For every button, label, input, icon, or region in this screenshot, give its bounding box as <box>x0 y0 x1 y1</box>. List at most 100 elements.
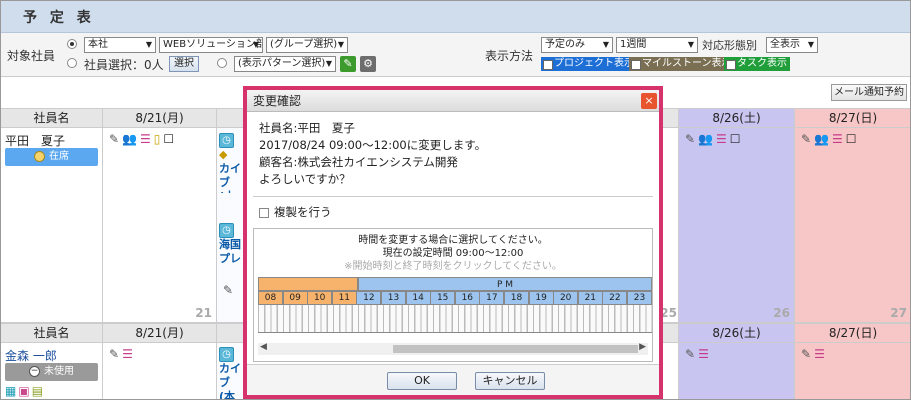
memo-icon[interactable]: ▤ <box>32 384 45 398</box>
ok-button[interactable]: OK <box>387 372 457 390</box>
day-cell-sat[interactable]: ✎☰ <box>679 343 795 399</box>
hour-cell[interactable]: 17 <box>479 291 505 305</box>
list-icon[interactable]: ☰ <box>832 132 846 146</box>
scroll-right-icon[interactable]: ▶ <box>639 342 646 352</box>
people-icon[interactable]: 👥 <box>814 132 832 146</box>
mail-reserve-button[interactable]: メール通知予約 <box>831 84 907 101</box>
day-header-mon: 8/21(月) <box>103 108 217 128</box>
group-select[interactable]: (グループ選択) <box>266 37 348 53</box>
scroll-left-icon[interactable]: ◀ <box>260 342 267 352</box>
pencil-icon[interactable]: ✎ <box>109 347 122 361</box>
pencil-icon[interactable]: ✎ <box>801 347 814 361</box>
hour-cell[interactable]: 16 <box>454 291 480 305</box>
pattern-select[interactable]: (表示パターン選択) <box>234 56 336 72</box>
copy-option[interactable]: 複製を行う <box>259 204 332 220</box>
hour-cell[interactable]: 15 <box>430 291 456 305</box>
status-button[interactable]: 在席 <box>5 148 98 166</box>
event-fragment[interactable]: ◷ 海国 プレ <box>219 223 243 281</box>
current-time: 現在の設定時間 09:00～12:00 <box>382 248 524 259</box>
hour-cell[interactable]: 19 <box>528 291 554 305</box>
list-icon[interactable]: ☰ <box>140 132 154 146</box>
pencil-icon[interactable]: ✎ <box>109 132 122 146</box>
hour-cell[interactable]: 21 <box>577 291 603 305</box>
close-icon[interactable]: × <box>641 93 657 109</box>
employee-name[interactable]: 平田 夏子 <box>5 132 65 149</box>
cell-icons: ✎☰ <box>109 347 136 361</box>
hour-cell[interactable]: 22 <box>602 291 628 305</box>
employee-name[interactable]: 金森 一郎 <box>5 347 57 364</box>
message-employee: 社員名:平田 夏子 <box>259 121 355 135</box>
list-icon[interactable]: ☰ <box>814 347 828 361</box>
pencil-icon[interactable]: ✎ <box>223 283 233 297</box>
hour-cell[interactable]: 23 <box>627 291 652 305</box>
calendar-icon[interactable]: ▦ <box>5 384 18 398</box>
hour-cell[interactable]: 08 <box>258 291 283 305</box>
horizontal-scrollbar[interactable]: ◀ ▶ <box>258 342 648 355</box>
gift-icon[interactable]: ▣ <box>18 384 31 398</box>
radio-pattern[interactable] <box>217 58 227 68</box>
scroll-thumb[interactable] <box>393 345 638 353</box>
pencil-icon[interactable]: ✎ <box>801 132 814 146</box>
task-toggle[interactable]: タスク表示 <box>724 57 790 71</box>
gear-icon[interactable]: ⚙ <box>360 56 376 72</box>
day-cell[interactable]: ✎👥☰▯☐ 21 <box>103 128 217 323</box>
radio-branch[interactable] <box>67 39 77 49</box>
checkbox-icon[interactable]: ☐ <box>163 132 177 146</box>
hour-cell[interactable]: 12 <box>356 291 382 305</box>
tag-icon: ◆ <box>219 148 228 161</box>
branch-select[interactable]: 本社 <box>84 37 156 53</box>
cell-icons: ✎☰ <box>801 347 828 361</box>
copy-checkbox[interactable] <box>259 207 269 218</box>
dialog-title[interactable]: 変更確認 × <box>247 90 659 112</box>
hour-cell[interactable]: 11 <box>331 291 357 305</box>
list-icon[interactable]: ☰ <box>716 132 730 146</box>
cell-icons: ✎👥☰☐ <box>685 132 744 146</box>
people-icon[interactable]: 👥 <box>698 132 716 146</box>
dialog-title-text: 変更確認 <box>253 94 302 108</box>
event-text: カイ <box>219 362 241 375</box>
display-mode-select[interactable]: 予定のみ <box>541 37 613 53</box>
am-header <box>258 277 358 291</box>
pencil-icon[interactable]: ✎ <box>685 132 698 146</box>
confirm-dialog: 変更確認 × 社員名:平田 夏子 2017/08/24 09:00～12:00に… <box>243 86 663 399</box>
status-label: 在席 <box>49 151 69 162</box>
day-header-sun: 8/27(日) <box>795 323 910 343</box>
hour-cell[interactable]: 09 <box>282 291 308 305</box>
event-fragment[interactable]: ◷ カイ ブ(本 <box>219 347 243 399</box>
cell-icons: ✎👥☰☐ <box>801 132 860 146</box>
note-icon[interactable]: ▯ <box>154 132 164 146</box>
pencil-icon[interactable]: ✎ <box>340 56 356 72</box>
hour-cell[interactable]: 18 <box>504 291 529 305</box>
response-select[interactable]: 全表示 <box>766 37 818 53</box>
cancel-button[interactable]: キャンセル <box>475 372 545 390</box>
divider <box>253 196 653 197</box>
hour-cell[interactable]: 13 <box>381 291 406 305</box>
period-select[interactable]: 1週間 <box>616 37 698 53</box>
pm-header: P M <box>358 277 652 291</box>
checkbox-icon[interactable]: ☐ <box>730 132 744 146</box>
time-note: 時間を変更する場合に選択してください。 <box>358 235 548 246</box>
day-cell-sat[interactable]: ✎👥☰☐ 26 <box>679 128 795 323</box>
clock-icon: ◷ <box>219 223 234 238</box>
pencil-icon[interactable]: ✎ <box>685 347 698 361</box>
select-button[interactable]: 選択 <box>169 56 199 72</box>
people-icon[interactable]: 👥 <box>122 132 140 146</box>
hour-cell[interactable]: 20 <box>553 291 579 305</box>
radio-employee[interactable] <box>67 58 77 68</box>
checkbox-icon[interactable]: ☐ <box>846 132 860 146</box>
event-fragment[interactable]: ◷ ◆ カイ ブ(本 新規 <box>219 133 243 193</box>
department-select[interactable]: WEBソリューション部 <box>159 37 263 53</box>
hour-cell[interactable]: 14 <box>405 291 431 305</box>
day-cell-sun[interactable]: ✎👥☰☐ 27 <box>795 128 910 323</box>
employee-action-icons: ▦▣▤ <box>5 384 45 398</box>
employee-select-label: 社員選択：0人 <box>84 58 164 72</box>
status-button[interactable]: − 未使用 <box>5 363 98 381</box>
time-slots[interactable] <box>258 305 652 333</box>
day-cell-sun[interactable]: ✎☰ <box>795 343 910 399</box>
milestone-toggle[interactable]: マイルストーン表示 <box>629 57 735 71</box>
list-icon[interactable]: ☰ <box>698 347 712 361</box>
day-cell[interactable]: ✎☰ <box>103 343 217 399</box>
project-toggle[interactable]: プロジェクト表示 <box>541 57 637 71</box>
hour-cell[interactable]: 10 <box>307 291 333 305</box>
list-icon[interactable]: ☰ <box>122 347 136 361</box>
